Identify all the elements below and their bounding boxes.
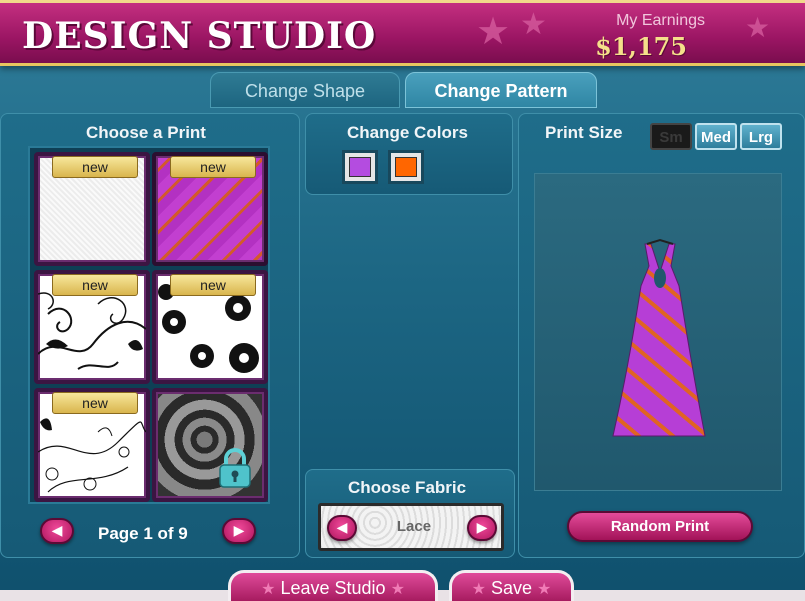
star-decoration-icon: ★ xyxy=(476,9,511,53)
new-badge: new xyxy=(52,156,138,178)
fabric-selector: ◀ Lace ▶ xyxy=(318,503,504,551)
dress-figure-icon xyxy=(612,238,706,437)
save-label: Save xyxy=(490,578,533,598)
next-fabric-button[interactable]: ▶ xyxy=(467,515,497,541)
size-large-button[interactable]: Lrg xyxy=(740,123,782,150)
star-decoration-icon: ★ xyxy=(520,7,547,42)
print-tile[interactable]: new xyxy=(34,270,150,384)
color-swatch-orange[interactable] xyxy=(388,150,424,184)
leave-studio-label: Leave Studio xyxy=(280,578,386,598)
pager-text: Page 1 of 9 xyxy=(98,524,188,543)
earnings-label: My Earnings xyxy=(616,12,705,29)
previous-page-button[interactable]: ◀ xyxy=(40,518,74,544)
print-grid: new new new new new xyxy=(28,146,270,504)
star-icon: ★ xyxy=(261,581,276,598)
star-decoration-icon: ★ xyxy=(745,11,771,44)
new-badge: new xyxy=(170,274,256,296)
fabric-panel-title: Choose Fabric xyxy=(348,478,467,497)
next-page-button[interactable]: ▶ xyxy=(222,518,256,544)
print-tile[interactable]: new xyxy=(34,388,150,502)
dress-preview xyxy=(534,173,782,491)
header-bar: DESIGN STUDIO ★ ★ ★ My Earnings $1,175 xyxy=(0,0,805,66)
print-tile-selected[interactable]: new xyxy=(152,152,268,266)
print-panel-title: Choose a Print xyxy=(86,123,206,142)
design-studio-app: DESIGN STUDIO ★ ★ ★ My Earnings $1,175 C… xyxy=(0,0,805,601)
star-icon: ★ xyxy=(471,581,486,598)
print-size-title: Print Size xyxy=(545,123,623,142)
new-badge: new xyxy=(52,274,138,296)
earnings-value: $1,175 xyxy=(595,32,687,61)
star-icon: ★ xyxy=(537,581,552,598)
tab-change-shape[interactable]: Change Shape xyxy=(210,72,400,108)
tab-change-pattern[interactable]: Change Pattern xyxy=(405,72,597,108)
star-icon: ★ xyxy=(390,581,405,598)
new-badge: new xyxy=(170,156,256,178)
print-tile-locked[interactable] xyxy=(152,388,268,502)
save-button[interactable]: ★ Save ★ xyxy=(449,570,574,601)
colors-panel-title: Change Colors xyxy=(347,123,468,142)
color-swatch-purple[interactable] xyxy=(342,150,378,184)
new-badge: new xyxy=(52,392,138,414)
leave-studio-button[interactable]: ★ Leave Studio ★ xyxy=(228,570,438,601)
print-tile[interactable]: new xyxy=(152,270,268,384)
print-tile[interactable]: new xyxy=(34,152,150,266)
size-medium-button[interactable]: Med xyxy=(695,123,737,150)
page-title: DESIGN STUDIO xyxy=(22,15,377,57)
color-chip xyxy=(349,157,371,177)
padlock-icon xyxy=(219,448,251,488)
color-chip xyxy=(395,157,417,177)
size-small-button: Sm xyxy=(650,123,692,150)
previous-fabric-button[interactable]: ◀ xyxy=(327,515,357,541)
fabric-name: Lace xyxy=(396,518,432,535)
random-print-button[interactable]: Random Print xyxy=(567,511,753,542)
